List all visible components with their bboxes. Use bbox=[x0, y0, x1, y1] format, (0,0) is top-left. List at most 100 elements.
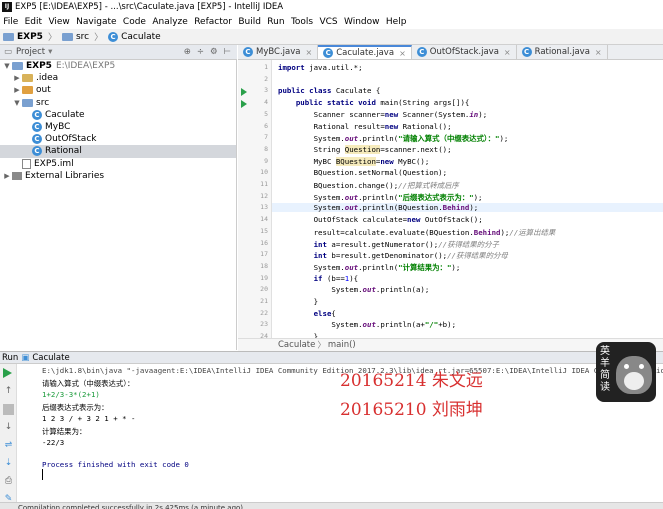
down-arrow-icon[interactable]: ↓ bbox=[3, 422, 14, 433]
tab-caculate[interactable]: C Caculate.java × bbox=[318, 45, 412, 59]
menu-build[interactable]: Build bbox=[235, 17, 264, 27]
line-number: 19 bbox=[260, 273, 268, 282]
close-icon[interactable]: × bbox=[399, 49, 406, 58]
badge-char: 羊 bbox=[600, 358, 610, 369]
gear-icon[interactable]: ⚙ bbox=[210, 47, 218, 57]
run-class-icon[interactable] bbox=[241, 88, 247, 96]
folder-icon bbox=[22, 74, 33, 83]
sync-icon[interactable]: ⊕ bbox=[184, 47, 191, 57]
menu-navigate[interactable]: Navigate bbox=[73, 17, 120, 27]
menu-tools[interactable]: Tools bbox=[288, 17, 317, 27]
line-number: 4 bbox=[264, 98, 268, 107]
tree-item-label: MyBC bbox=[45, 122, 71, 133]
class-icon: C bbox=[32, 109, 42, 120]
code-line: if (b==1){ bbox=[313, 273, 359, 283]
tree-item-rational[interactable]: C Rational bbox=[0, 145, 236, 158]
hide-panel-icon[interactable]: ⊢ bbox=[224, 47, 231, 57]
project-tree: ▼ EXP5 E:\IDEA\EXP5 ▶ .idea ▶ out ▼ src … bbox=[0, 60, 237, 350]
tree-item-label: OutOfStack bbox=[45, 134, 97, 145]
tree-item-label: out bbox=[36, 85, 51, 96]
dropdown-icon[interactable]: ▾ bbox=[48, 47, 52, 57]
overlay-name-2: 20165210 刘雨坤 bbox=[340, 400, 483, 420]
editor-gutter[interactable]: 1 2 3 4 5 6 7 8 9 10 11 12 13 14 15 16 1… bbox=[238, 60, 272, 340]
project-panel-title[interactable]: Project bbox=[16, 47, 45, 57]
menu-view[interactable]: View bbox=[45, 17, 73, 27]
badge-char: 英 bbox=[600, 346, 610, 357]
tree-item-label: Caculate bbox=[45, 109, 85, 120]
line-number: 5 bbox=[264, 109, 268, 118]
class-icon: C bbox=[32, 122, 42, 133]
expand-arrow-icon[interactable]: ▼ bbox=[2, 62, 12, 70]
breadcrumb-src[interactable]: src bbox=[59, 32, 92, 42]
code-line: BQuestion.change();//把算式转成后序 bbox=[278, 181, 459, 190]
line-number: 16 bbox=[260, 238, 268, 247]
project-panel-header: ▭ Project ▾ ⊕ ÷ ⚙ ⊢ bbox=[0, 45, 237, 60]
close-icon[interactable]: × bbox=[595, 48, 602, 57]
run-config-name[interactable]: Caculate bbox=[32, 353, 69, 363]
folder-icon bbox=[3, 32, 14, 41]
tree-item-label: EXP5.iml bbox=[34, 158, 74, 169]
code-line: result=calculate.evaluate(BQuestion.Behi… bbox=[278, 227, 556, 237]
tab-mybc[interactable]: C MyBC.java × bbox=[238, 45, 319, 59]
soft-wrap-icon[interactable]: ⇌ bbox=[3, 440, 14, 451]
code-breadcrumb-class[interactable]: Caculate bbox=[278, 340, 315, 350]
menu-file[interactable]: File bbox=[0, 17, 21, 27]
line-number: 13 bbox=[260, 203, 268, 212]
class-icon: C bbox=[323, 48, 334, 58]
expand-arrow-icon[interactable]: ▼ bbox=[12, 99, 22, 107]
tree-item-outofstack[interactable]: C OutOfStack bbox=[0, 133, 236, 145]
code-line: Rational result=new Rational(); bbox=[278, 121, 452, 131]
menu-vcs[interactable]: VCS bbox=[316, 17, 341, 27]
tree-item-project-root[interactable]: ▼ EXP5 E:\IDEA\EXP5 bbox=[0, 60, 236, 72]
rerun-icon[interactable] bbox=[3, 368, 12, 378]
line-number: 12 bbox=[260, 191, 268, 200]
expand-arrow-icon[interactable]: ▶ bbox=[12, 74, 22, 82]
menu-edit[interactable]: Edit bbox=[21, 17, 45, 27]
overlay-name-1: 20165214 朱文远 bbox=[340, 371, 483, 391]
expand-arrow-icon[interactable]: ▶ bbox=[12, 86, 22, 94]
expand-arrow-icon[interactable]: ▶ bbox=[2, 172, 12, 180]
watermark-badge: 英 羊 简 读 bbox=[596, 342, 656, 402]
line-number: 3 bbox=[264, 86, 268, 95]
tree-item-label: EXP5 bbox=[26, 61, 52, 72]
tab-outofstack[interactable]: C OutOfStack.java × bbox=[412, 45, 517, 59]
console-line: 请输入算式（中缀表达式）： bbox=[42, 379, 135, 388]
tree-item-mybc[interactable]: C MyBC bbox=[0, 121, 236, 133]
console-line: 计算结果为： bbox=[42, 427, 87, 436]
tree-item-src[interactable]: ▼ src bbox=[0, 97, 236, 109]
scroll-end-icon[interactable]: ⇣ bbox=[3, 458, 14, 469]
menu-run[interactable]: Run bbox=[264, 17, 288, 27]
run-panel-label[interactable]: Run bbox=[2, 353, 18, 363]
menu-refactor[interactable]: Refactor bbox=[191, 17, 235, 27]
up-arrow-icon[interactable]: ↑ bbox=[3, 386, 14, 397]
run-main-icon[interactable] bbox=[241, 100, 247, 108]
stop-icon[interactable] bbox=[3, 404, 14, 415]
tree-item-iml[interactable]: EXP5.iml bbox=[0, 158, 236, 170]
menu-analyze[interactable]: Analyze bbox=[149, 17, 191, 27]
code-line: System.out.println("后缀表达式表示为："); bbox=[278, 192, 483, 202]
tab-rational[interactable]: C Rational.java × bbox=[517, 45, 608, 59]
menu-window[interactable]: Window bbox=[341, 17, 383, 27]
line-number: 9 bbox=[264, 156, 268, 165]
breadcrumb-project[interactable]: EXP5 bbox=[0, 32, 46, 42]
tree-item-idea[interactable]: ▶ .idea bbox=[0, 72, 236, 84]
line-number: 10 bbox=[260, 168, 268, 177]
folder-icon bbox=[22, 86, 33, 95]
console-input-line: 1+2/3-3*(2+1) bbox=[42, 390, 100, 399]
run-panel-header: Run ▣ Caculate bbox=[0, 351, 663, 364]
menu-help[interactable]: Help bbox=[383, 17, 410, 27]
menu-code[interactable]: Code bbox=[120, 17, 149, 27]
totoro-icon bbox=[616, 356, 652, 394]
tree-item-out[interactable]: ▶ out bbox=[0, 84, 236, 96]
breadcrumb-class[interactable]: C Caculate bbox=[105, 31, 164, 42]
close-icon[interactable]: × bbox=[306, 48, 313, 57]
print-icon[interactable]: ⎙ bbox=[3, 476, 14, 487]
tree-item-caculate[interactable]: C Caculate bbox=[0, 109, 236, 121]
tree-item-external-libraries[interactable]: ▶ External Libraries bbox=[0, 170, 236, 182]
code-line: public static void main(String args[]){ bbox=[295, 98, 470, 108]
code-editor[interactable]: import java.util.*; public class Caculat… bbox=[272, 60, 663, 338]
collapse-icon[interactable]: ÷ bbox=[197, 47, 204, 57]
code-breadcrumb-method[interactable]: main() bbox=[328, 340, 356, 350]
line-number: 14 bbox=[260, 215, 268, 224]
close-icon[interactable]: × bbox=[504, 48, 511, 57]
